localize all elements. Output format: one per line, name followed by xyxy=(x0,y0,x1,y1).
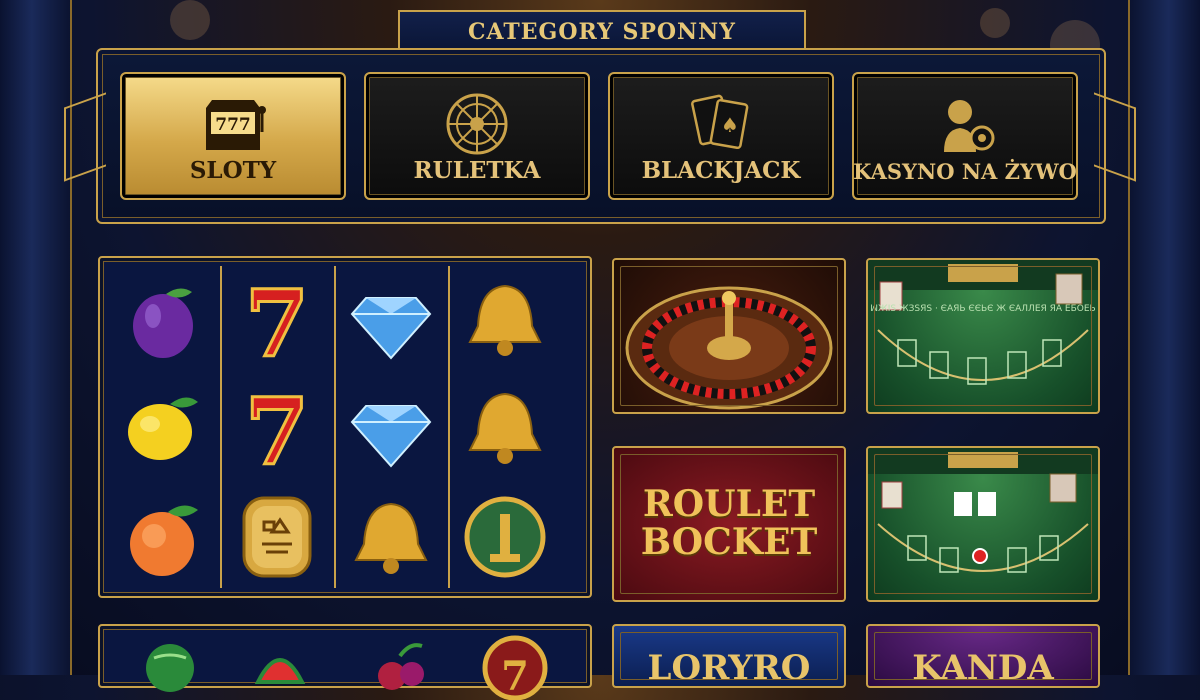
tab-label: KASYNO NA ŻYWO xyxy=(853,159,1077,184)
ornament-right xyxy=(1094,92,1136,182)
loryro-game-tile[interactable]: LORYRO xyxy=(612,624,846,688)
egyptian-coin-icon xyxy=(464,496,546,578)
slot-reel: 7 7 xyxy=(222,266,336,588)
page-title: CATEGORY SPONNY xyxy=(398,10,806,52)
seven-icon: 7 xyxy=(243,382,310,472)
blackjack-game-tile[interactable]: ꟽЖІЅ ЖЗЅЯЅ · ЄАЯЬ ЄЄЬЄ Ж ЄАЛЛЕЯ ЯА ЕБОЕЬ xyxy=(866,258,1100,414)
watermelon-icon xyxy=(146,644,194,692)
bell-icon xyxy=(468,392,542,464)
peach-icon xyxy=(130,505,198,576)
hieroglyph-plaque-icon xyxy=(242,496,312,578)
slot-game-tile[interactable]: 7 7 xyxy=(98,256,592,598)
blackjack-game-tile-2[interactable] xyxy=(866,446,1100,602)
bell-icon xyxy=(468,284,542,356)
roulette-game-tile[interactable] xyxy=(612,258,846,414)
svg-text:7: 7 xyxy=(245,274,309,364)
svg-text:777: 777 xyxy=(215,115,251,135)
slot-game-tile-2[interactable]: 7 xyxy=(98,624,592,700)
live-dealer-icon xyxy=(944,100,995,152)
slot-reel xyxy=(450,266,578,588)
plum-icon xyxy=(133,288,193,358)
tab-ruletka[interactable]: RULETKA xyxy=(364,72,590,200)
seven-icon: 7 xyxy=(243,274,310,364)
kanda-game-tile[interactable]: KANDA xyxy=(866,624,1100,688)
tab-label: RULETKA xyxy=(413,157,541,184)
svg-text:7: 7 xyxy=(245,382,309,472)
slot-machine-icon: 777 xyxy=(206,100,266,150)
playing-cards-icon: ♠ xyxy=(691,94,749,150)
svg-text:7: 7 xyxy=(501,653,529,700)
tile-frame xyxy=(874,632,1092,680)
curtain-left xyxy=(0,0,72,675)
bell-icon xyxy=(354,502,428,574)
bokeh-light xyxy=(980,8,1010,38)
roulette-wheel-icon xyxy=(446,93,508,155)
bokeh-light xyxy=(170,0,210,40)
diamond-icon xyxy=(350,297,432,360)
seven-coin-icon: 7 xyxy=(482,635,548,700)
tab-sloty[interactable]: 777 SLOTY xyxy=(120,72,346,200)
tile-frame xyxy=(620,632,838,680)
diamond-icon xyxy=(350,405,432,468)
slot-reel xyxy=(336,266,450,588)
slot-reel xyxy=(108,266,222,588)
cherries-icon xyxy=(378,643,424,690)
tab-label: SLOTY xyxy=(189,157,277,184)
svg-text:♠: ♠ xyxy=(721,113,739,137)
roulette-bocket-game-tile[interactable]: ROULET BOCKET xyxy=(612,446,846,602)
tile-frame xyxy=(874,454,1092,594)
tile-frame xyxy=(620,454,838,594)
tab-label: BLACKJACK xyxy=(641,157,801,184)
tab-kasyno-na-zywo[interactable]: KASYNO NA ŻYWO xyxy=(852,72,1078,200)
ornament-left xyxy=(64,92,106,182)
curtain-right xyxy=(1128,0,1200,675)
tile-frame xyxy=(620,266,838,406)
tab-blackjack[interactable]: ♠ BLACKJACK xyxy=(608,72,834,200)
lemon-icon xyxy=(128,397,198,460)
tile-frame xyxy=(874,266,1092,406)
watermelon-slice-icon xyxy=(254,658,306,684)
